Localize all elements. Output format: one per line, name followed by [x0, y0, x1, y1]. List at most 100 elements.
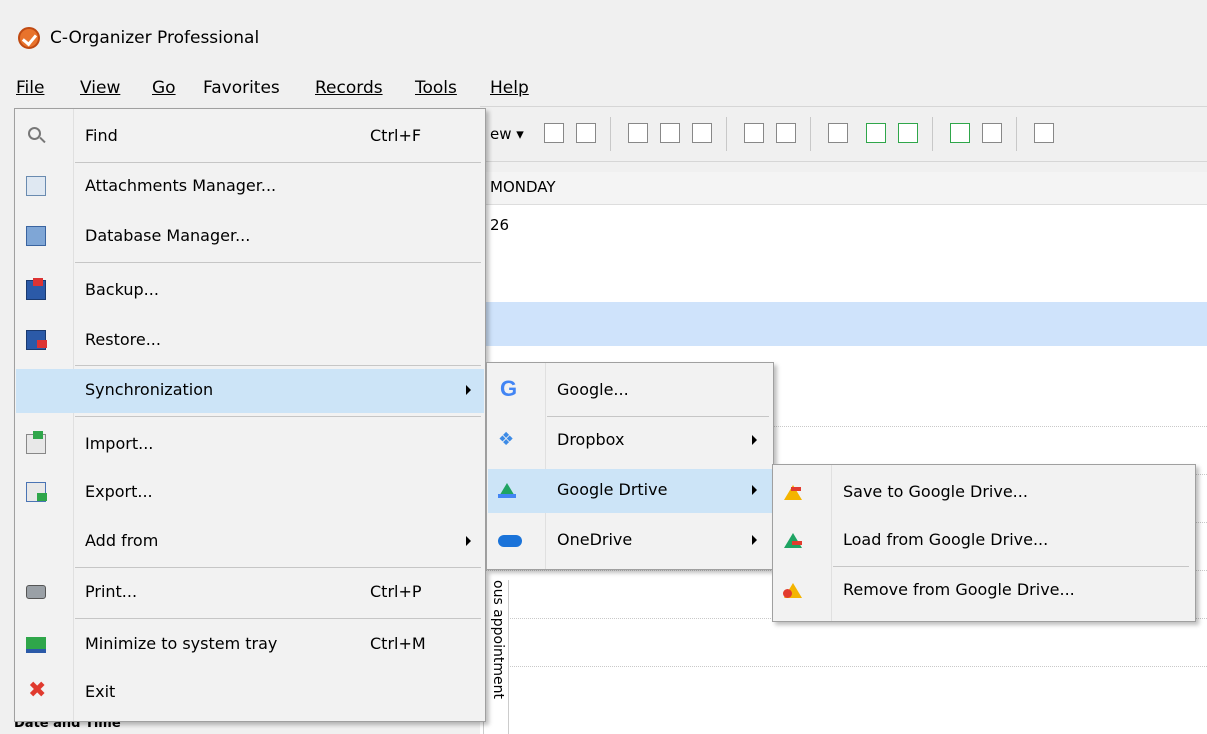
menu-item-label: Synchronization — [85, 380, 214, 399]
new-record-button[interactable]: ew ▾ — [490, 125, 524, 143]
menu-item-label: Dropbox — [557, 430, 625, 449]
copy-record-icon[interactable] — [776, 123, 796, 143]
menu-item-label: OneDrive — [557, 530, 633, 549]
menu-item-restore[interactable]: Restore... — [16, 319, 484, 363]
menu-item-label: Import... — [85, 434, 154, 453]
synchronization-submenu: G Google... ❖ Dropbox Google Drtive OneD… — [486, 362, 774, 570]
shortcut-label: Ctrl+M — [370, 634, 426, 653]
menu-item-label: Attachments Manager... — [85, 176, 277, 195]
toolbar: ew ▾ — [480, 106, 1207, 162]
time-slot-divider — [480, 666, 1207, 667]
submenu-item-onedrive[interactable]: OneDrive — [488, 519, 772, 563]
submenu-item-load-from-google-drive[interactable]: Load from Google Drive... — [774, 519, 1194, 563]
menu-item-add-from[interactable]: Add from — [16, 520, 484, 564]
menu-separator — [75, 618, 481, 619]
menu-item-export[interactable]: Export... — [16, 471, 484, 515]
task-icon[interactable] — [828, 123, 848, 143]
calendar-icon[interactable] — [898, 123, 918, 143]
contacts-icon[interactable] — [866, 123, 886, 143]
menu-item-exit[interactable]: ✖ Exit — [16, 671, 484, 715]
shortcut-label: Ctrl+F — [370, 126, 422, 145]
system-tray-icon — [26, 637, 46, 653]
menu-item-database-manager[interactable]: Database Manager... — [16, 215, 484, 259]
menu-item-import[interactable]: Import... — [16, 423, 484, 467]
google-drive-submenu: Save to Google Drive... Load from Google… — [772, 464, 1196, 622]
printer-icon — [26, 585, 46, 599]
previous-appointment-label: ous appointment — [490, 580, 506, 699]
export-icon — [26, 482, 47, 502]
menu-item-label: Exit — [85, 682, 116, 701]
window-title: C-Organizer Professional — [50, 28, 260, 48]
menu-records[interactable]: Records — [315, 78, 383, 98]
menu-item-synchronization[interactable]: Synchronization — [16, 369, 484, 413]
menu-separator — [75, 262, 481, 263]
previous-appointment-tab[interactable]: ous appointment — [483, 580, 509, 734]
menu-item-label: Load from Google Drive... — [843, 530, 1049, 549]
submenu-arrow-icon — [752, 485, 757, 495]
onedrive-icon — [498, 535, 522, 547]
menu-item-backup[interactable]: Backup... — [16, 269, 484, 313]
database-icon — [26, 226, 46, 246]
shortcut-label: Ctrl+P — [370, 582, 422, 601]
calendar-day-header: MONDAY — [480, 172, 1207, 205]
submenu-item-dropbox[interactable]: ❖ Dropbox — [488, 419, 772, 463]
day-number[interactable]: 26 — [490, 216, 509, 234]
view-icon[interactable] — [1034, 123, 1054, 143]
new-task-icon[interactable] — [950, 123, 970, 143]
menu-item-label: Backup... — [85, 280, 159, 299]
close-icon: ✖ — [28, 678, 47, 703]
menu-item-label: Google... — [557, 380, 629, 399]
title-bar: C-Organizer Professional — [0, 0, 1207, 74]
menu-item-label: Find — [85, 126, 118, 145]
backup-icon — [26, 278, 46, 300]
cut-icon[interactable] — [628, 123, 648, 143]
menu-item-minimize-to-tray[interactable]: Minimize to system tray Ctrl+M — [16, 623, 484, 667]
menu-go[interactable]: Go — [152, 78, 176, 98]
menu-item-label: Restore... — [85, 330, 161, 349]
toolbar-separator — [726, 117, 727, 151]
menu-file[interactable]: File — [16, 78, 44, 98]
import-icon — [26, 431, 46, 454]
menu-item-find[interactable]: Find Ctrl+F — [16, 115, 484, 159]
menu-favorites[interactable]: Favorites — [203, 78, 280, 98]
menu-separator — [75, 365, 481, 366]
menu-item-attachments-manager[interactable]: Attachments Manager... — [16, 165, 484, 209]
menu-item-label: Print... — [85, 582, 138, 601]
menu-separator — [75, 416, 481, 417]
toolbar-separator — [1016, 117, 1017, 151]
attachments-icon — [26, 176, 46, 196]
search-icon — [28, 127, 41, 140]
google-drive-save-icon — [784, 485, 802, 500]
toolbar-separator — [610, 117, 611, 151]
submenu-item-google-drive[interactable]: Google Drtive — [488, 469, 772, 513]
app-logo-icon — [18, 27, 40, 49]
day-name: MONDAY — [490, 178, 556, 196]
submenu-item-save-to-google-drive[interactable]: Save to Google Drive... — [774, 471, 1194, 515]
file-menu: Find Ctrl+F Attachments Manager... Datab… — [14, 108, 486, 722]
copy-icon[interactable] — [660, 123, 680, 143]
note-icon[interactable] — [982, 123, 1002, 143]
menu-item-label: Remove from Google Drive... — [843, 580, 1075, 599]
submenu-item-remove-from-google-drive[interactable]: Remove from Google Drive... — [774, 569, 1194, 613]
google-drive-icon — [498, 483, 516, 498]
edit-icon[interactable] — [544, 123, 564, 143]
menu-item-label: Google Drtive — [557, 480, 668, 499]
menu-item-label: Add from — [85, 531, 159, 550]
submenu-item-google[interactable]: G Google... — [488, 369, 772, 413]
paste-icon[interactable] — [692, 123, 712, 143]
menu-separator — [75, 162, 481, 163]
selected-time-slot[interactable] — [480, 302, 1207, 346]
menu-item-label: Export... — [85, 482, 153, 501]
menu-separator — [75, 567, 481, 568]
submenu-arrow-icon — [466, 385, 471, 395]
menu-view[interactable]: View — [80, 78, 120, 98]
delete-icon[interactable] — [576, 123, 596, 143]
properties-icon[interactable] — [744, 123, 764, 143]
menu-tools[interactable]: Tools — [415, 78, 457, 98]
toolbar-separator — [810, 117, 811, 151]
google-drive-remove-icon — [783, 583, 802, 598]
menu-item-label: Database Manager... — [85, 226, 251, 245]
menu-item-print[interactable]: Print... Ctrl+P — [16, 571, 484, 615]
menu-help[interactable]: Help — [490, 78, 529, 98]
submenu-arrow-icon — [752, 535, 757, 545]
